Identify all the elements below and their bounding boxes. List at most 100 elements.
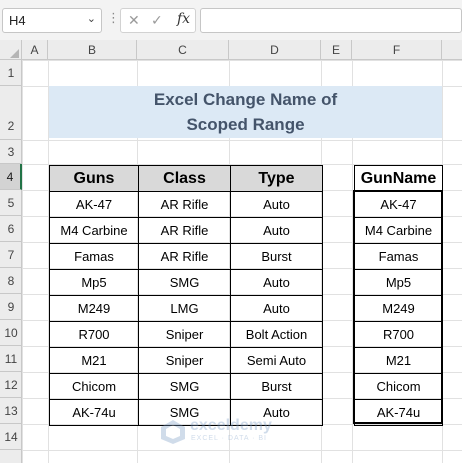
formula-bar: H4 ⌄ ⋮ ✕ ✓ fx	[0, 0, 462, 40]
row-header-12[interactable]: 12	[0, 372, 22, 398]
cell-gun[interactable]: R700	[49, 321, 139, 348]
table-row: Famas	[354, 243, 443, 270]
cell-class[interactable]: LMG	[138, 295, 231, 322]
row-header-4[interactable]: 4	[0, 164, 22, 190]
cell-type[interactable]: Burst	[230, 243, 323, 270]
header-type[interactable]: Type	[230, 165, 323, 192]
watermark-name: exceldemy	[190, 417, 272, 434]
cell-class[interactable]: SMG	[138, 373, 231, 400]
table-row: Mp5	[354, 269, 443, 296]
row-header-8[interactable]: 8	[0, 268, 22, 294]
watermark-tagline: EXCEL · DATA · BI	[191, 435, 267, 442]
enter-icon[interactable]: ✓	[151, 12, 163, 29]
table-row: Mp5 SMG Auto	[49, 269, 323, 296]
cell-gunname[interactable]: Chicom	[354, 373, 443, 400]
cell-gunname[interactable]: AK-74u	[354, 399, 443, 426]
column-header-c[interactable]: C	[137, 40, 229, 60]
row-header-13[interactable]: 13	[0, 398, 22, 424]
column-header-g[interactable]	[442, 40, 462, 60]
cell-gun[interactable]: M21	[49, 347, 139, 374]
cell-type[interactable]: Bolt Action	[230, 321, 323, 348]
exceldemy-logo-icon	[161, 420, 185, 444]
cell-class[interactable]: AR Rifle	[138, 243, 231, 270]
cell-gun[interactable]: Chicom	[49, 373, 139, 400]
column-header-a[interactable]: A	[22, 40, 48, 60]
row-header-6[interactable]: 6	[0, 216, 22, 242]
header-class[interactable]: Class	[138, 165, 231, 192]
table-row: M4 Carbine AR Rifle Auto	[49, 217, 323, 244]
row-header-1[interactable]: 1	[0, 60, 22, 86]
row-header-9[interactable]: 9	[0, 294, 22, 320]
table-row: AK-74u	[354, 399, 443, 426]
table-header-row: GunName	[354, 165, 443, 192]
table-row: Chicom	[354, 373, 443, 400]
row-headers: 1 2 3 4 5 6 7 8 9 10 11 12 13 14	[0, 60, 22, 463]
row-header-11[interactable]: 11	[0, 346, 22, 372]
cell-type[interactable]: Auto	[230, 269, 323, 296]
sheet-title: Excel Change Name of Scoped Range	[49, 86, 442, 138]
select-all-button[interactable]	[0, 40, 22, 60]
cell-gun[interactable]: AK-74u	[49, 399, 139, 426]
row-header-7[interactable]: 7	[0, 242, 22, 268]
name-box-value: H4	[9, 13, 26, 28]
table-row: M21 Sniper Semi Auto	[49, 347, 323, 374]
cell-gun[interactable]: Famas	[49, 243, 139, 270]
cell-type[interactable]: Auto	[230, 217, 323, 244]
cell-gunname[interactable]: Mp5	[354, 269, 443, 296]
cell-class[interactable]: SMG	[138, 269, 231, 296]
cell-gun[interactable]: AK-47	[49, 191, 139, 218]
header-guns[interactable]: Guns	[49, 165, 139, 192]
table-row: M249 LMG Auto	[49, 295, 323, 322]
row-header-10[interactable]: 10	[0, 320, 22, 346]
gunname-table: GunName AK-47 M4 Carbine Famas Mp5 M249 …	[354, 165, 443, 426]
table-row: M21	[354, 347, 443, 374]
table-row: R700	[354, 321, 443, 348]
table-row: M4 Carbine	[354, 217, 443, 244]
table-row: Famas AR Rifle Burst	[49, 243, 323, 270]
cell-class[interactable]: AR Rifle	[138, 191, 231, 218]
cell-type[interactable]: Semi Auto	[230, 347, 323, 374]
table-header-row: Guns Class Type	[49, 165, 323, 192]
row-header-5[interactable]: 5	[0, 190, 22, 216]
cell-gunname[interactable]: M4 Carbine	[354, 217, 443, 244]
column-header-f[interactable]: F	[352, 40, 442, 60]
cell-type[interactable]: Auto	[230, 295, 323, 322]
formula-buttons: ✕ ✓ fx	[120, 8, 196, 33]
chevron-down-icon[interactable]: ⌄	[87, 12, 96, 25]
row-header-14[interactable]: 14	[0, 424, 22, 450]
cell-gunname[interactable]: M21	[354, 347, 443, 374]
guns-table: Guns Class Type AK-47 AR Rifle Auto M4 C…	[49, 165, 323, 426]
column-header-e[interactable]: E	[321, 40, 352, 60]
table-row: AK-47 AR Rifle Auto	[49, 191, 323, 218]
table-row: R700 Sniper Bolt Action	[49, 321, 323, 348]
cell-class[interactable]: AR Rifle	[138, 217, 231, 244]
name-box[interactable]: H4 ⌄	[2, 8, 102, 33]
header-gunname[interactable]: GunName	[354, 165, 443, 192]
cell-class[interactable]: Sniper	[138, 347, 231, 374]
watermark: exceldemy EXCEL · DATA · BI	[160, 417, 310, 447]
cell-gun[interactable]: M249	[49, 295, 139, 322]
title-line-1: Excel Change Name of	[153, 90, 338, 109]
table-row: Chicom SMG Burst	[49, 373, 323, 400]
table-row: AK-47	[354, 191, 443, 218]
cell-class[interactable]: Sniper	[138, 321, 231, 348]
title-line-2: Scoped Range	[186, 115, 305, 134]
cell-type[interactable]: Burst	[230, 373, 323, 400]
cancel-icon[interactable]: ✕	[128, 12, 140, 29]
cell-gunname[interactable]: R700	[354, 321, 443, 348]
table-row: M249	[354, 295, 443, 322]
cell-gun[interactable]: M4 Carbine	[49, 217, 139, 244]
formula-input[interactable]	[200, 8, 462, 33]
insert-function-icon[interactable]: fx	[177, 11, 190, 27]
row-header-3[interactable]: 3	[0, 140, 22, 164]
row-header-2[interactable]: 2	[0, 86, 22, 140]
column-headers: A B C D E F	[0, 40, 462, 60]
cell-gunname[interactable]: M249	[354, 295, 443, 322]
column-header-d[interactable]: D	[229, 40, 321, 60]
cell-gunname[interactable]: Famas	[354, 243, 443, 270]
cell-gunname[interactable]: AK-47	[354, 191, 443, 218]
more-options-icon[interactable]: ⋮	[107, 10, 120, 26]
column-header-b[interactable]: B	[48, 40, 137, 60]
cell-type[interactable]: Auto	[230, 191, 323, 218]
cell-gun[interactable]: Mp5	[49, 269, 139, 296]
